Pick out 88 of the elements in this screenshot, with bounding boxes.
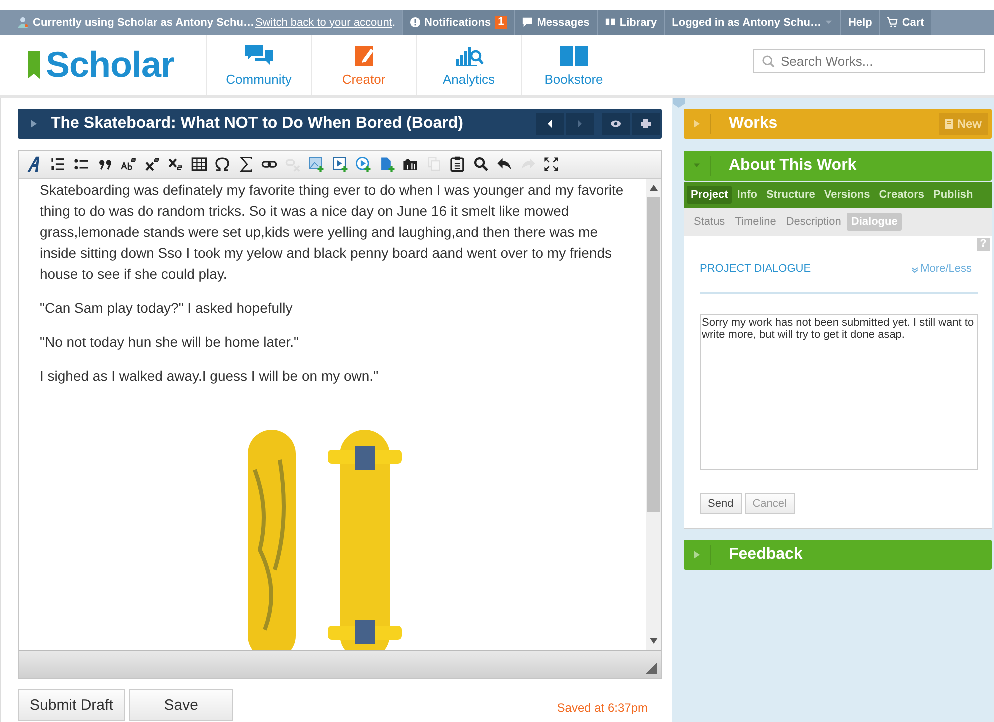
section-label: PROJECT DIALOGUE — [700, 263, 812, 275]
alert-icon — [410, 17, 420, 28]
more-less-toggle[interactable]: More/Less — [912, 263, 972, 275]
resize-grip-icon — [646, 663, 657, 674]
eye-icon — [611, 119, 621, 129]
chat-bubbles-icon — [244, 44, 274, 68]
document-icon — [945, 119, 954, 129]
account-menu[interactable]: Logged in as Antony Schu… — [664, 10, 840, 35]
expand-arrow-icon — [694, 120, 700, 128]
tab[interactable]: Versions — [820, 186, 874, 204]
switch-account-link[interactable]: Switch back to your account — [255, 16, 392, 28]
splitter-handle-icon — [673, 98, 685, 108]
caret-icon — [825, 20, 834, 25]
expand-arrow-icon — [31, 120, 37, 128]
clipboard-icon — [449, 156, 466, 173]
print-button[interactable] — [632, 113, 660, 135]
scroll-up-arrow-icon[interactable] — [650, 185, 658, 191]
omega-icon — [214, 156, 232, 173]
image-add-icon — [308, 156, 326, 173]
open-book-icon — [559, 44, 589, 68]
help-menu[interactable]: Help — [840, 10, 880, 35]
sub-tab[interactable]: Status — [690, 213, 730, 231]
sub-tab[interactable]: Timeline — [731, 213, 780, 231]
document-add-icon — [378, 156, 396, 173]
tab[interactable]: Creators — [875, 186, 928, 204]
superscript-icon — [144, 156, 161, 173]
help-button[interactable]: ? — [977, 238, 990, 251]
preview-button[interactable] — [602, 113, 630, 135]
table-icon — [190, 156, 208, 173]
scrollbar[interactable] — [646, 179, 661, 650]
bookmark-icon — [28, 51, 40, 79]
sub-tab[interactable]: Description — [782, 213, 846, 231]
library-menu[interactable]: Library — [596, 10, 664, 35]
expand-arrow-icon — [694, 551, 700, 559]
copy-icon — [426, 156, 443, 173]
notice-text: Switch back to your account. — [255, 16, 396, 28]
nav-item[interactable]: Analytics — [416, 35, 521, 95]
message-field[interactable]: Sorry my work has not been submitted yet. I still want to write more, but will try to get it done asap. — [700, 314, 978, 470]
panel-title: About This Work — [729, 157, 858, 175]
saved-status: Saved at 6:37pm — [557, 700, 648, 715]
play-add-icon — [355, 156, 372, 173]
double-chevron-icon — [912, 266, 918, 272]
search-icon — [762, 55, 775, 68]
right-arrow-icon — [575, 119, 585, 129]
previous-button[interactable] — [536, 113, 564, 135]
search-field[interactable]: Search Works... — [753, 49, 985, 73]
book-icon — [604, 17, 616, 28]
new-button[interactable]: New — [939, 113, 988, 135]
submit-draft-button[interactable]: Submit Draft — [18, 689, 126, 721]
nav-item[interactable]: Community — [206, 35, 311, 95]
printer-icon — [641, 119, 651, 129]
fullscreen-icon — [543, 156, 560, 173]
save-button[interactable]: Save — [129, 689, 234, 721]
nav-item[interactable]: Creator — [311, 35, 416, 95]
speech-bubble-icon — [522, 17, 534, 28]
user-icon — [18, 17, 28, 28]
cart-menu[interactable]: Cart — [879, 10, 932, 35]
cart-icon — [887, 17, 898, 28]
tab[interactable]: Info — [733, 186, 762, 204]
document-title: The Skateboard: What NOT to Do When Bored (Board) — [51, 115, 464, 133]
count-badge: 1 — [495, 16, 508, 29]
tab[interactable]: Project — [687, 186, 732, 204]
tab[interactable]: Publish — [929, 186, 978, 204]
numbered-list-icon — [50, 156, 67, 173]
logo[interactable]: Scholar — [0, 35, 206, 95]
works-panel-header[interactable]: Works New — [684, 109, 992, 139]
panel-title: Feedback — [729, 546, 804, 564]
notifications-menu[interactable]: Notifications 1 — [402, 10, 514, 35]
search-icon — [472, 156, 490, 173]
superscript-caps-icon — [120, 156, 138, 173]
paragraph: "No not today hun she will be home later." — [40, 333, 300, 352]
send-button[interactable]: Send — [700, 493, 742, 514]
feedback-panel-header[interactable]: Feedback — [684, 540, 992, 570]
about-panel-header[interactable]: About This Work — [684, 151, 992, 181]
collapse-arrow-icon — [694, 162, 700, 170]
sigma-icon — [238, 156, 255, 173]
nav-item[interactable]: Bookstore — [521, 35, 626, 95]
paragraph: Skateboarding was definately my favorite thing ever to do when I was younger and my favorite thing to do was do random tricks. So it was a nice day on June 16 it smelt like mowed grass,lemonade stands were set up,kids were yelling and laughing,and then there was me inside sitting down Sso I took my yelow and black penny board aand went over to my friends house to see if she could play. — [40, 181, 625, 284]
panel-title: Works — [729, 115, 779, 133]
video-add-icon — [332, 156, 349, 173]
tab[interactable]: Structure — [762, 186, 820, 204]
messages-menu[interactable]: Messages — [514, 10, 597, 35]
paragraph: "Can Sam play today?" I asked hopefully — [40, 299, 294, 318]
logo-text: Scholar — [46, 44, 175, 86]
scroll-down-arrow-icon[interactable] — [650, 638, 658, 644]
user-notice: Currently using Scholar as Antony Schu… — [33, 16, 254, 28]
subscript-icon — [167, 156, 184, 173]
paragraph: I sighed as I walked away.I guess I will be on my own." — [40, 367, 380, 386]
